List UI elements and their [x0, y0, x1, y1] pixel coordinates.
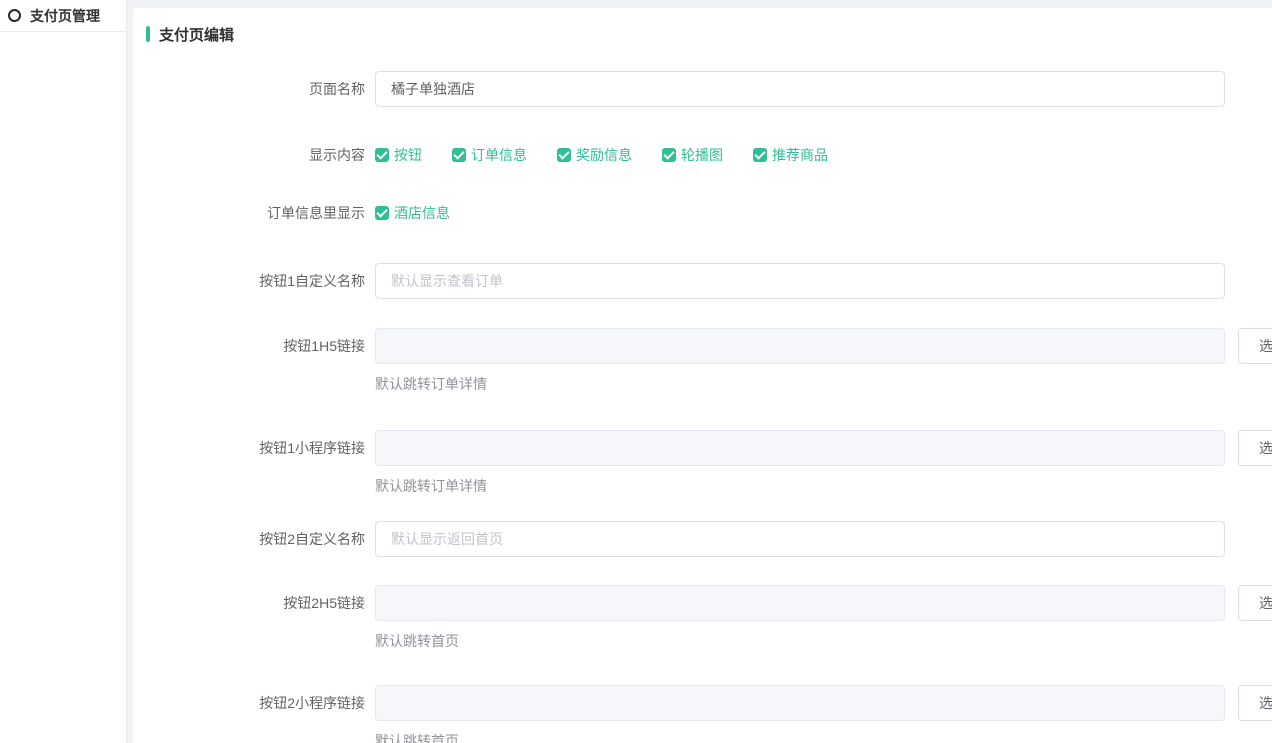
sidebar: 支付页管理 — [0, 0, 127, 743]
page-name-input[interactable] — [375, 71, 1225, 107]
checkbox-label: 按钮 — [394, 145, 422, 165]
form-row-display-content: 显示内容 按钮 订单信息 奖励信息 轮播图 推荐商品 — [133, 145, 1272, 165]
btn2-h5-link-label: 按钮2H5链接 — [133, 585, 365, 621]
form-row-btn1-h5-link: 按钮1H5链接 选 默认跳转订单详情 — [133, 328, 1272, 394]
btn2-mini-select-button[interactable]: 选 — [1238, 685, 1272, 721]
btn2-h5-select-button[interactable]: 选 — [1238, 585, 1272, 621]
checkbox-label: 推荐商品 — [772, 145, 828, 165]
btn1-custom-name-input[interactable] — [375, 263, 1225, 299]
checkbox-checked-box — [753, 148, 767, 162]
btn2-h5-link-help: 默认跳转首页 — [375, 631, 1272, 651]
main-panel: 支付页编辑 页面名称 显示内容 按钮 订单信息 奖励信息 轮播图 — [133, 8, 1272, 743]
btn1-mini-link-field: 选 默认跳转订单详情 — [375, 430, 1272, 496]
checkbox-button[interactable]: 按钮 — [375, 145, 422, 165]
checkbox-checked-box — [452, 148, 466, 162]
display-content-label: 显示内容 — [133, 145, 365, 165]
checkmark-icon — [376, 148, 387, 159]
circle-icon — [8, 9, 21, 22]
btn1-h5-select-button[interactable]: 选 — [1238, 328, 1272, 364]
btn2-mini-link-help: 默认跳转首页 — [375, 731, 1272, 743]
form-row-btn2-custom-name: 按钮2自定义名称 — [133, 521, 1272, 557]
checkbox-label: 酒店信息 — [394, 203, 450, 223]
btn2-mini-link-label: 按钮2小程序链接 — [133, 685, 365, 721]
checkmark-icon — [376, 206, 387, 217]
form-row-btn1-custom-name: 按钮1自定义名称 — [133, 263, 1272, 299]
checkmark-icon — [754, 148, 765, 159]
page-root: { "colors": { "accent": "#2fbe96", "page… — [0, 0, 1272, 743]
sidebar-item-label: 支付页管理 — [30, 6, 100, 26]
checkbox-checked-box — [375, 148, 389, 162]
form-row-btn2-h5-link: 按钮2H5链接 选 默认跳转首页 — [133, 585, 1272, 651]
form-row-btn2-mini-link: 按钮2小程序链接 选 默认跳转首页 — [133, 685, 1272, 743]
btn2-custom-name-input[interactable] — [375, 521, 1225, 557]
checkmark-icon — [663, 148, 674, 159]
sidebar-item-payment-page[interactable]: 支付页管理 — [0, 0, 126, 32]
btn2-h5-link-field: 选 默认跳转首页 — [375, 585, 1272, 651]
btn1-mini-link-help: 默认跳转订单详情 — [375, 476, 1272, 496]
page-title: 支付页编辑 — [146, 24, 1272, 44]
form-row-page-name: 页面名称 — [133, 71, 1272, 107]
order-info-display-label: 订单信息里显示 — [133, 203, 365, 223]
display-content-checkbox-group: 按钮 订单信息 奖励信息 轮播图 推荐商品 — [375, 145, 858, 165]
form-row-btn1-mini-link: 按钮1小程序链接 选 默认跳转订单详情 — [133, 430, 1272, 496]
btn2-custom-name-label: 按钮2自定义名称 — [133, 521, 365, 557]
form-row-order-info-display: 订单信息里显示 酒店信息 — [133, 203, 1272, 223]
btn1-h5-link-field: 选 默认跳转订单详情 — [375, 328, 1272, 394]
checkbox-carousel[interactable]: 轮播图 — [662, 145, 723, 165]
checkbox-checked-box — [557, 148, 571, 162]
page-name-label: 页面名称 — [133, 71, 365, 107]
checkmark-icon — [453, 148, 464, 159]
checkmark-icon — [558, 148, 569, 159]
checkbox-reward-info[interactable]: 奖励信息 — [557, 145, 632, 165]
checkbox-label: 订单信息 — [471, 145, 527, 165]
btn1-mini-link-label: 按钮1小程序链接 — [133, 430, 365, 466]
checkbox-recommended-products[interactable]: 推荐商品 — [753, 145, 828, 165]
checkbox-label: 轮播图 — [681, 145, 723, 165]
btn1-h5-link-label: 按钮1H5链接 — [133, 328, 365, 364]
checkbox-checked-box — [662, 148, 676, 162]
btn1-mini-link-input[interactable] — [375, 430, 1225, 466]
checkbox-label: 奖励信息 — [576, 145, 632, 165]
btn2-h5-link-input[interactable] — [375, 585, 1225, 621]
btn1-custom-name-label: 按钮1自定义名称 — [133, 263, 365, 299]
title-accent-bar — [146, 26, 150, 42]
btn1-mini-select-button[interactable]: 选 — [1238, 430, 1272, 466]
checkbox-checked-box — [375, 206, 389, 220]
btn2-mini-link-input[interactable] — [375, 685, 1225, 721]
page-title-text: 支付页编辑 — [159, 24, 234, 45]
btn1-h5-link-input[interactable] — [375, 328, 1225, 364]
order-info-checkbox-group: 酒店信息 — [375, 203, 480, 223]
checkbox-hotel-info[interactable]: 酒店信息 — [375, 203, 450, 223]
checkbox-order-info[interactable]: 订单信息 — [452, 145, 527, 165]
btn1-h5-link-help: 默认跳转订单详情 — [375, 374, 1272, 394]
btn2-mini-link-field: 选 默认跳转首页 — [375, 685, 1272, 743]
